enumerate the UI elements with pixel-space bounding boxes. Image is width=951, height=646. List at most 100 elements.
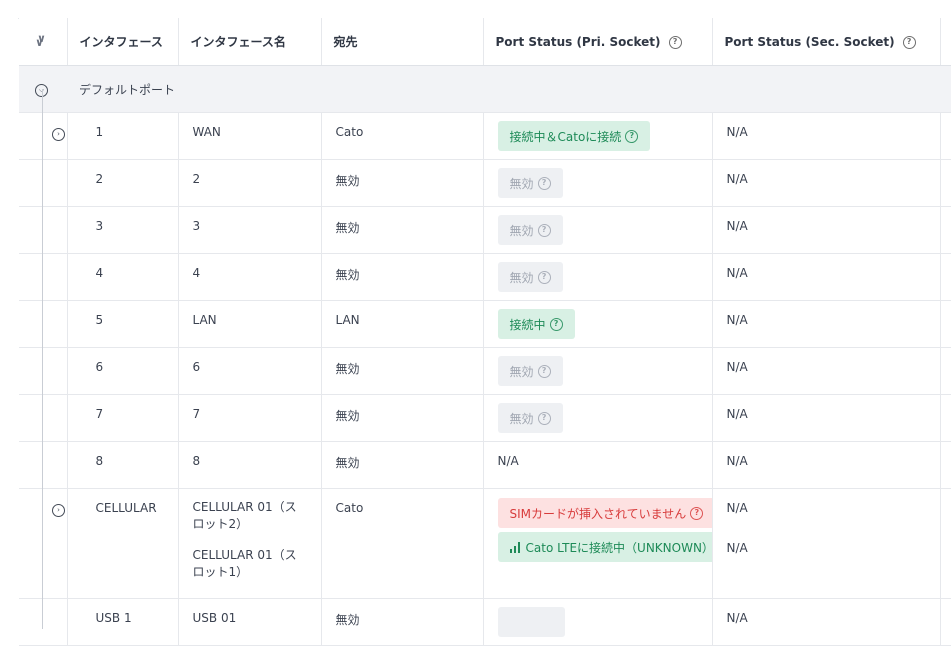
sec-socket-cell: N/A xyxy=(712,300,941,348)
extra-cell xyxy=(940,347,951,395)
row-expand-cell[interactable]: › xyxy=(19,112,68,160)
col-interface-name[interactable]: インタフェース名 xyxy=(178,18,322,66)
pri-socket-cell: N/A xyxy=(483,441,713,489)
pri-socket-cell: 接続中? xyxy=(483,300,713,348)
status-badge-label: Cato LTEに接続中（UNKNOWN） xyxy=(525,540,712,555)
table-row[interactable]: 8 8 無効 N/A N/A xyxy=(19,441,951,489)
row-expand-cell xyxy=(19,347,68,395)
status-badge-label: 接続中＆Catoに接続 xyxy=(509,129,622,144)
interface-name-cell: USB 01 xyxy=(178,598,322,646)
question-circle-icon[interactable]: ? xyxy=(537,176,551,190)
col-destination[interactable]: 宛先 xyxy=(321,18,484,66)
col-interface[interactable]: インタフェース xyxy=(67,18,179,66)
row-expand-cell xyxy=(19,253,68,301)
pri-socket-cell: 無効? xyxy=(483,394,713,442)
interface-cell: 2 xyxy=(67,159,179,207)
sec-socket-cell: N/A xyxy=(712,112,941,160)
row-expand-cell[interactable]: › xyxy=(19,488,68,599)
question-circle-icon[interactable]: ? xyxy=(537,411,551,425)
sec-status-slot1: N/A xyxy=(726,541,748,555)
group-toggle[interactable]: ⌵ xyxy=(19,65,67,113)
question-circle-icon[interactable]: ? xyxy=(537,364,551,378)
table-row[interactable]: › 1 WAN Cato 接続中＆Catoに接続? N/A xyxy=(19,112,951,160)
sec-socket-cell: N/A xyxy=(712,598,941,646)
interface-cell: 6 xyxy=(67,347,179,395)
signal-bar xyxy=(517,541,520,553)
extra-cell xyxy=(940,394,951,442)
interface-cell: 7 xyxy=(67,394,179,442)
status-badge-label: 接続中 xyxy=(509,317,546,332)
question-circle-icon[interactable]: ? xyxy=(902,35,916,49)
col-pri-socket[interactable]: Port Status (Pri. Socket)? xyxy=(483,18,713,66)
destination-cell: LAN xyxy=(321,300,484,348)
sec-status-slot2: N/A xyxy=(726,501,748,515)
interface-cell: 1 xyxy=(67,112,179,160)
interface-name-cell: 6 xyxy=(178,347,322,395)
interface-name-cell: 8 xyxy=(178,441,322,489)
destination-cell: 無効 xyxy=(321,206,484,254)
pri-socket-cell: 無効? xyxy=(483,347,713,395)
signal-bar xyxy=(513,545,516,553)
table-row[interactable]: 6 6 無効 無効? N/A xyxy=(19,347,951,395)
interface-name-cell: LAN xyxy=(178,300,322,348)
col-sec-socket[interactable]: Port Status (Sec. Socket)? xyxy=(712,18,941,66)
sec-socket-cell: N/A xyxy=(712,159,941,207)
extra-cell xyxy=(940,441,951,489)
extra-cell xyxy=(940,598,951,646)
question-circle-icon[interactable]: ? xyxy=(625,129,639,143)
status-badge-label: 無効 xyxy=(509,270,534,285)
status-badge-label: 無効 xyxy=(509,176,534,191)
pri-socket-cell xyxy=(483,598,713,646)
question-circle-icon[interactable]: ? xyxy=(690,506,704,520)
group-row-default-ports[interactable]: ⌵ デフォルトポート xyxy=(19,65,951,113)
header-row: ∨∨ インタフェース インタフェース名 宛先 Port Status (Pri.… xyxy=(19,18,951,66)
table-row[interactable]: 3 3 無効 無効? N/A xyxy=(19,206,951,254)
pri-socket-cell: 接続中＆Catoに接続? xyxy=(483,112,713,160)
status-badge: 無効? xyxy=(497,215,563,245)
status-badge: 無効? xyxy=(497,168,563,198)
question-circle-icon[interactable]: ? xyxy=(549,317,563,331)
extra-cell xyxy=(940,112,951,160)
port-table: ∨∨ インタフェース インタフェース名 宛先 Port Status (Pri.… xyxy=(19,18,951,646)
interface-cell: 3 xyxy=(67,206,179,254)
extra-cell xyxy=(940,206,951,254)
double-chevron-down-icon: ∨∨ xyxy=(35,31,46,49)
table-row-usb[interactable]: USB 1 USB 01 無効 N/A xyxy=(19,598,951,646)
pri-socket-cell: 無効? xyxy=(483,159,713,207)
interface-name-cell: 3 xyxy=(178,206,322,254)
destination-cell: Cato xyxy=(321,488,484,599)
sec-socket-cell: N/A xyxy=(712,206,941,254)
row-expand-cell xyxy=(19,598,68,646)
interface-name-cell: 2 xyxy=(178,159,322,207)
destination-cell: 無効 xyxy=(321,441,484,489)
interface-cell: 4 xyxy=(67,253,179,301)
status-badge: 接続中＆Catoに接続? xyxy=(497,121,651,151)
cellular-slot1-name: CELLULAR 01（スロット1） xyxy=(192,548,297,579)
question-circle-icon[interactable]: ? xyxy=(537,223,551,237)
chevron-circle-icon[interactable]: › xyxy=(52,504,65,517)
signal-bars-icon xyxy=(509,541,520,553)
interface-cell: 5 xyxy=(67,300,179,348)
table-row[interactable]: 5 LAN LAN 接続中? N/A xyxy=(19,300,951,348)
col-sec-socket-label: Port Status (Sec. Socket) xyxy=(724,34,895,49)
row-expand-cell xyxy=(19,206,68,254)
status-badge: 接続中? xyxy=(497,309,575,339)
table-row[interactable]: 2 2 無効 無効? N/A xyxy=(19,159,951,207)
status-badge-label: 無効 xyxy=(509,364,534,379)
signal-bar xyxy=(509,548,512,553)
question-circle-icon[interactable]: ? xyxy=(537,270,551,284)
table-row-cellular[interactable]: › CELLULAR CELLULAR 01（スロット2） CELLULAR 01（ス… xyxy=(19,488,951,599)
collapse-all-button[interactable]: ∨∨ xyxy=(19,18,68,66)
pri-socket-cell: 無効? xyxy=(483,206,713,254)
extra-cell xyxy=(940,253,951,301)
table-row[interactable]: 7 7 無効 無効? N/A xyxy=(19,394,951,442)
extra-cell xyxy=(940,300,951,348)
question-circle-icon[interactable]: ? xyxy=(668,35,682,49)
destination-cell: 無効 xyxy=(321,598,484,646)
row-expand-cell xyxy=(19,441,68,489)
destination-cell: 無効 xyxy=(321,347,484,395)
table-row[interactable]: 4 4 無効 無効? N/A xyxy=(19,253,951,301)
row-expand-cell xyxy=(19,159,68,207)
chevron-circle-icon[interactable]: › xyxy=(52,128,65,141)
destination-cell: Cato xyxy=(321,112,484,160)
